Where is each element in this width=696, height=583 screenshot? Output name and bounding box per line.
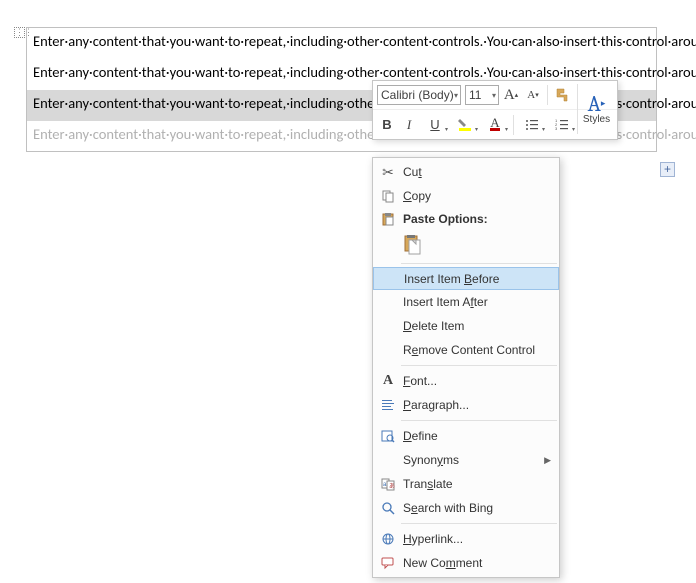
menu-separator (401, 365, 557, 366)
translate-icon: aあ (377, 477, 399, 491)
paragraph-icon (377, 398, 399, 412)
define-icon (377, 429, 399, 443)
font-name-value: Calibri (Body) (381, 88, 454, 102)
menu-search-bing[interactable]: Search with Bing (373, 496, 559, 520)
shrink-font-button[interactable]: A▾ (523, 85, 543, 105)
menu-separator (401, 420, 557, 421)
paste-keep-source-button[interactable] (401, 233, 425, 257)
format-painter-button[interactable] (552, 85, 572, 105)
copy-icon (377, 189, 399, 203)
menu-separator (401, 263, 557, 264)
separator (513, 115, 514, 135)
add-item-button[interactable]: + (660, 162, 675, 177)
chevron-down-icon: ▾ (454, 91, 458, 100)
content-control-handle[interactable]: ⋮⋮ (14, 27, 25, 38)
font-size-combo[interactable]: 11 ▾ (465, 85, 499, 105)
menu-translate[interactable]: aあ Translate (373, 472, 559, 496)
bold-button[interactable]: B (377, 115, 397, 135)
underline-button[interactable]: U▾ (421, 115, 449, 135)
menu-cut[interactable]: ✂ Cut (373, 160, 559, 184)
hyperlink-icon (377, 532, 399, 546)
comment-icon (377, 556, 399, 570)
font-icon: A (377, 373, 399, 389)
grow-font-button[interactable]: A▴ (501, 85, 521, 105)
styles-icon: A▸ (588, 94, 606, 114)
font-name-combo[interactable]: Calibri (Body) ▾ (377, 85, 461, 105)
svg-text:3: 3 (555, 126, 558, 131)
separator (547, 85, 548, 105)
table-row[interactable]: Enter·any·content·that·you·want·to·repea… (27, 28, 656, 59)
menu-paste-options-header: Paste Options: (373, 208, 559, 230)
cut-icon: ✂ (377, 164, 399, 181)
menu-hyperlink[interactable]: Hyperlink... (373, 527, 559, 551)
paste-icon (377, 212, 399, 226)
menu-remove-content-control[interactable]: Remove Content Control (373, 338, 559, 362)
italic-button[interactable]: I (399, 115, 419, 135)
menu-synonyms[interactable]: Synonyms ▶ (373, 448, 559, 472)
styles-label: Styles (583, 114, 610, 125)
menu-define[interactable]: Define (373, 424, 559, 448)
paste-options-row (373, 230, 559, 260)
mini-toolbar: Calibri (Body) ▾ 11 ▾ A▴ A▾ B I U▾ ▾ A▾ … (372, 80, 618, 140)
highlight-button[interactable]: ▾ (451, 115, 479, 135)
menu-insert-after[interactable]: Insert Item After (373, 290, 559, 314)
context-menu: ✂ Cut Copy Paste Options: Insert Item Be… (372, 157, 560, 578)
font-size-value: 11 (469, 88, 481, 102)
font-color-button[interactable]: A▾ (481, 115, 509, 135)
chevron-right-icon: ▶ (544, 455, 551, 466)
search-icon (377, 501, 399, 515)
menu-insert-before[interactable]: Insert Item Before (373, 267, 559, 290)
menu-paragraph[interactable]: Paragraph... (373, 393, 559, 417)
menu-separator (401, 523, 557, 524)
numbering-button[interactable]: 123▾ (548, 115, 576, 135)
chevron-down-icon: ▾ (492, 91, 496, 100)
svg-text:あ: あ (389, 483, 395, 490)
menu-new-comment[interactable]: New Comment (373, 551, 559, 575)
menu-delete-item[interactable]: Delete Item (373, 314, 559, 338)
styles-button[interactable]: A▸ Styles (577, 84, 615, 134)
bullets-button[interactable]: ▾ (518, 115, 546, 135)
menu-font[interactable]: A Font... (373, 369, 559, 393)
menu-copy[interactable]: Copy (373, 184, 559, 208)
